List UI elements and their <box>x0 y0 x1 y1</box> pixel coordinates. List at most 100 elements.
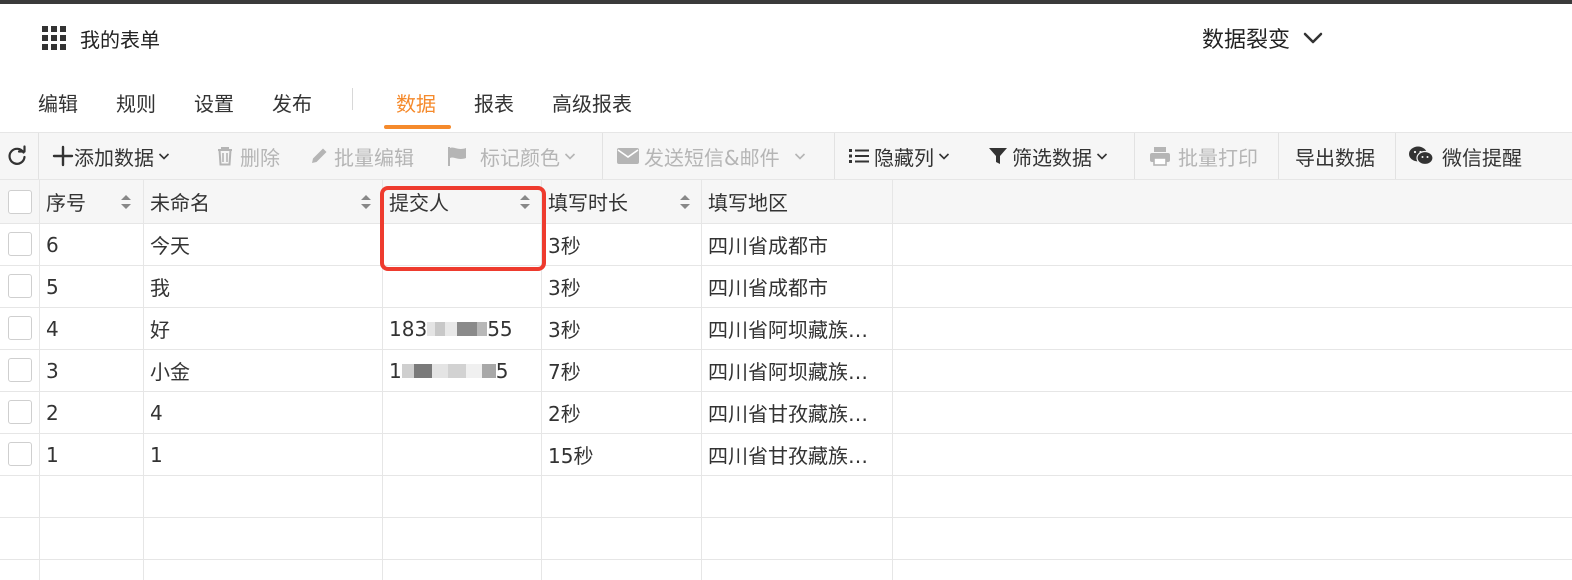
cell-seq: 1 <box>46 442 59 467</box>
toolbar-divider <box>1134 133 1135 179</box>
row-checkbox[interactable] <box>8 400 32 424</box>
header: 我的表单 数据裂变 <box>0 4 1572 68</box>
delete-label: 删除 <box>240 145 280 170</box>
add-data-label: 添加数据 <box>74 145 154 170</box>
cell-seq: 6 <box>46 232 59 257</box>
table-row[interactable]: 2 4 2秒 四川省甘孜藏族… <box>0 392 1572 434</box>
cell-region: 四川省甘孜藏族… <box>708 444 868 468</box>
delete-button[interactable]: 删除 <box>214 133 280 179</box>
apps-grid-icon[interactable] <box>42 26 66 50</box>
table-row[interactable]: 4 好 183 55 3秒 四川省阿坝藏族… <box>0 308 1572 350</box>
sort-icon[interactable] <box>518 192 532 212</box>
mark-color-button[interactable]: 标记颜色 <box>446 133 576 179</box>
submitter-suffix: 55 <box>487 316 513 341</box>
refresh-icon <box>8 145 26 165</box>
column-header-unnamed[interactable]: 未命名 <box>150 180 210 223</box>
cell-region: 四川省成都市 <box>708 234 828 258</box>
chevron-down-icon <box>564 153 576 160</box>
select-all-checkbox[interactable] <box>8 190 32 214</box>
column-header-region[interactable]: 填写地区 <box>708 180 788 223</box>
toolbar: 添加数据 删除 批量编辑 标记颜色 发送短信&邮件 隐藏列 筛选数据 批量打印 <box>0 132 1572 180</box>
refresh-button[interactable] <box>6 133 28 179</box>
redacted-mask <box>401 363 414 378</box>
chevron-down-icon <box>1303 32 1323 44</box>
filter-data-label: 筛选数据 <box>1012 145 1092 170</box>
column-header-duration[interactable]: 填写时长 <box>548 180 628 223</box>
column-divider <box>892 180 893 580</box>
batch-print-button[interactable]: 批量打印 <box>1148 133 1258 179</box>
cell-submitter: 183 55 <box>389 308 513 349</box>
export-data-button[interactable]: 导出数据 <box>1295 133 1375 179</box>
submitter-suffix: 5 <box>495 358 509 383</box>
tab-divider <box>352 88 353 110</box>
toolbar-divider <box>1278 133 1279 179</box>
redacted-mask <box>435 321 446 336</box>
sort-icon[interactable] <box>678 192 692 212</box>
tab-publish[interactable]: 发布 <box>272 88 312 117</box>
mark-color-label: 标记颜色 <box>480 145 560 170</box>
empty-row <box>0 518 1572 560</box>
hide-columns-button[interactable]: 隐藏列 <box>848 133 950 179</box>
row-checkbox[interactable] <box>8 358 32 382</box>
cell-region: 四川省阿坝藏族… <box>708 360 868 384</box>
tab-rules[interactable]: 规则 <box>116 88 156 117</box>
wechat-icon <box>1409 146 1434 166</box>
send-sms-email-label: 发送短信&邮件 <box>644 145 780 170</box>
redacted-mask <box>413 363 432 378</box>
redacted-mask <box>465 363 482 378</box>
sort-icon[interactable] <box>359 192 373 212</box>
row-checkbox[interactable] <box>8 442 32 466</box>
filter-icon <box>989 148 1007 164</box>
cell-region: 四川省成都市 <box>708 276 828 300</box>
tab-data[interactable]: 数据 <box>396 88 436 117</box>
sort-icon[interactable] <box>119 192 133 212</box>
toolbar-divider <box>1395 133 1396 179</box>
table-row[interactable]: 3 小金 1 5 7秒 四川省阿坝藏族… <box>0 350 1572 392</box>
column-divider <box>541 180 542 580</box>
cell-duration: 15秒 <box>548 444 594 468</box>
project-selector[interactable]: 数据裂变 <box>1202 22 1324 54</box>
cell-unnamed: 好 <box>150 318 170 342</box>
column-header-submitter[interactable]: 提交人 <box>389 180 449 223</box>
table-row[interactable]: 1 1 15秒 四川省甘孜藏族… <box>0 434 1572 476</box>
row-checkbox[interactable] <box>8 274 32 298</box>
redacted-mask <box>457 321 478 336</box>
cell-unnamed: 4 <box>150 400 163 425</box>
trash-icon <box>218 147 232 166</box>
chevron-down-icon <box>794 153 805 160</box>
tab-settings[interactable]: 设置 <box>194 88 234 117</box>
cell-duration: 2秒 <box>548 402 581 426</box>
cell-seq: 3 <box>46 358 59 383</box>
tab-bar: 编辑 规则 设置 发布 数据 报表 高级报表 <box>0 78 1572 130</box>
row-checkbox[interactable] <box>8 232 32 256</box>
add-data-button[interactable]: 添加数据 <box>52 133 170 179</box>
tab-report[interactable]: 报表 <box>474 88 514 117</box>
submitter-prefix: 183 <box>389 316 428 341</box>
wechat-remind-button[interactable]: 微信提醒 <box>1408 133 1522 179</box>
batch-edit-button[interactable]: 批量编辑 <box>308 133 414 179</box>
table-row[interactable]: 6 今天 3秒 四川省成都市 <box>0 224 1572 266</box>
cell-unnamed: 我 <box>150 276 170 300</box>
filter-data-button[interactable]: 筛选数据 <box>988 133 1108 179</box>
cell-seq: 2 <box>46 400 59 425</box>
batch-print-label: 批量打印 <box>1178 145 1258 170</box>
tab-edit[interactable]: 编辑 <box>38 88 78 117</box>
chevron-down-icon <box>938 153 950 160</box>
empty-row <box>0 476 1572 518</box>
cell-unnamed: 今天 <box>150 234 190 258</box>
table-row[interactable]: 5 我 3秒 四川省成都市 <box>0 266 1572 308</box>
cell-unnamed: 1 <box>150 442 163 467</box>
send-sms-email-button[interactable]: 发送短信&邮件 <box>616 133 806 179</box>
toolbar-divider <box>834 133 835 179</box>
printer-icon <box>1150 147 1170 166</box>
cell-seq: 4 <box>46 316 59 341</box>
tab-advanced-report[interactable]: 高级报表 <box>552 88 632 117</box>
redacted-mask <box>431 363 448 378</box>
submitter-prefix: 1 <box>389 358 402 383</box>
form-title[interactable]: 我的表单 <box>80 24 160 53</box>
column-divider <box>143 180 144 580</box>
table-header-row: 序号 未命名 提交人 填写时长 填写地区 <box>0 180 1572 224</box>
column-header-seq[interactable]: 序号 <box>46 180 86 223</box>
list-icon <box>849 149 869 163</box>
row-checkbox[interactable] <box>8 316 32 340</box>
